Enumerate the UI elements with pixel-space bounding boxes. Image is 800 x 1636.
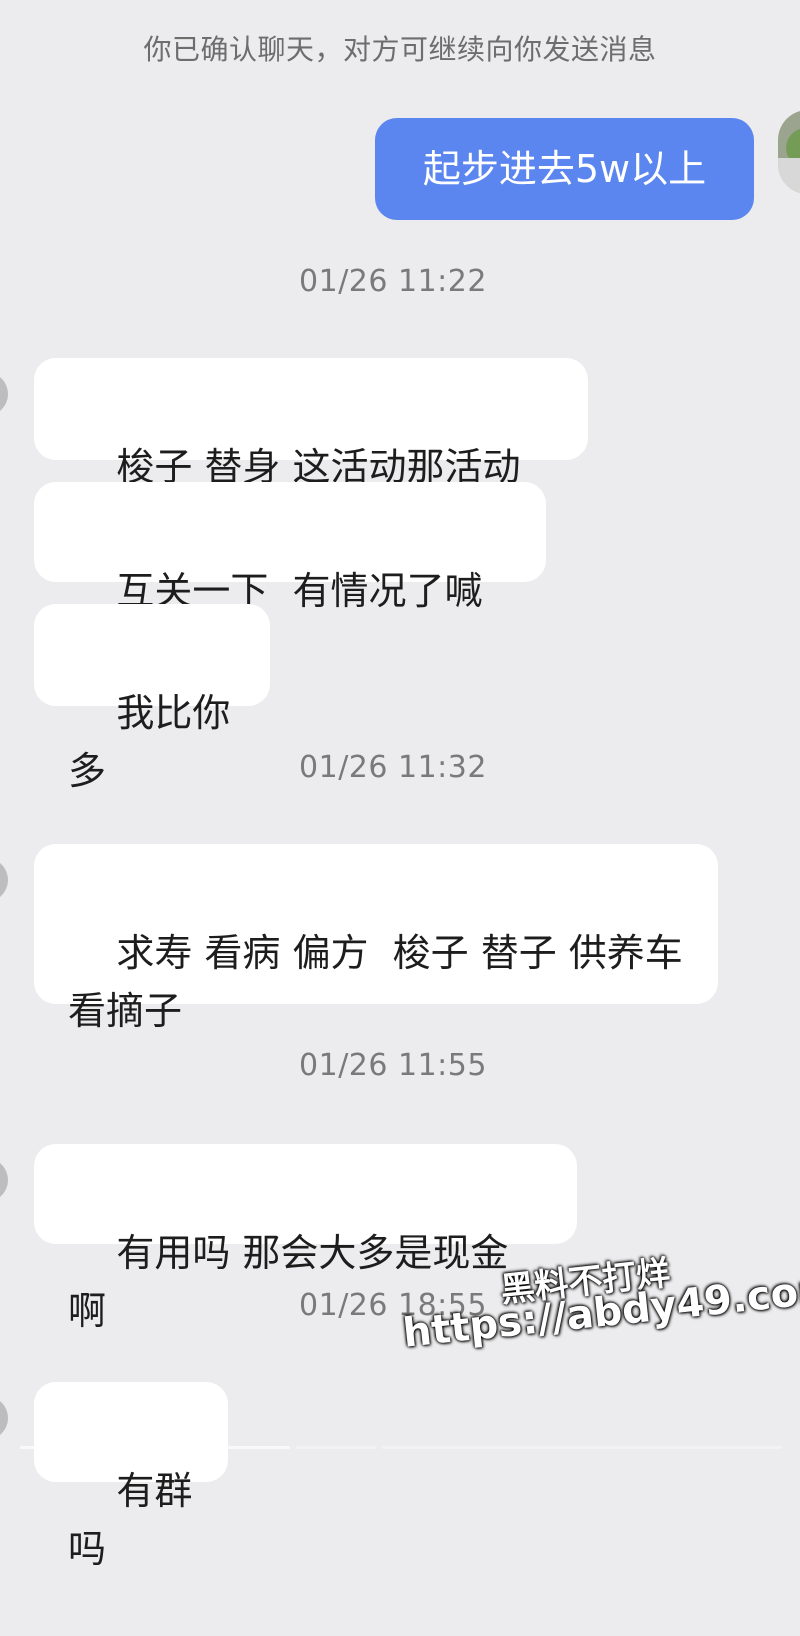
incoming-message[interactable]: 求寿 看病 偏方 梭子 替子 供养车 看摘子 [34, 844, 718, 1033]
contact-avatar[interactable] [0, 372, 8, 416]
video-progress-bar[interactable] [0, 1446, 800, 1456]
incoming-message[interactable]: 有群吗 [34, 1382, 228, 1571]
progress-segment [296, 1446, 376, 1449]
incoming-message[interactable]: 梭子 替身 这活动那活动的 [34, 358, 588, 547]
message-text: 求寿 看病 偏方 梭子 替子 供养车 看摘子 [68, 931, 683, 1033]
contact-avatar[interactable] [0, 1396, 8, 1440]
message-text: 起步进去5w以上 [422, 147, 707, 191]
message-text: 有群吗 [68, 1469, 193, 1571]
incoming-message[interactable]: 有用吗 那会大多是现金啊 [34, 1144, 577, 1333]
contact-avatar[interactable] [0, 858, 8, 902]
outgoing-message[interactable]: 起步进去5w以上 [375, 118, 754, 220]
timestamp: 01/26 11:32 [299, 750, 487, 785]
progress-segment [20, 1446, 290, 1449]
chat-confirmed-notice: 你已确认聊天，对方可继续向你发送消息 [143, 33, 657, 66]
timestamp: 01/26 11:22 [299, 264, 487, 299]
incoming-message[interactable]: 互关一下 有情况了喊我 [34, 482, 546, 671]
progress-segment [382, 1446, 782, 1449]
my-avatar[interactable] [778, 110, 800, 194]
avatar-image-bg [778, 158, 800, 194]
timestamp: 01/26 11:55 [299, 1048, 487, 1083]
contact-avatar[interactable] [0, 1158, 8, 1202]
incoming-message[interactable]: 我比你多 [34, 604, 270, 793]
